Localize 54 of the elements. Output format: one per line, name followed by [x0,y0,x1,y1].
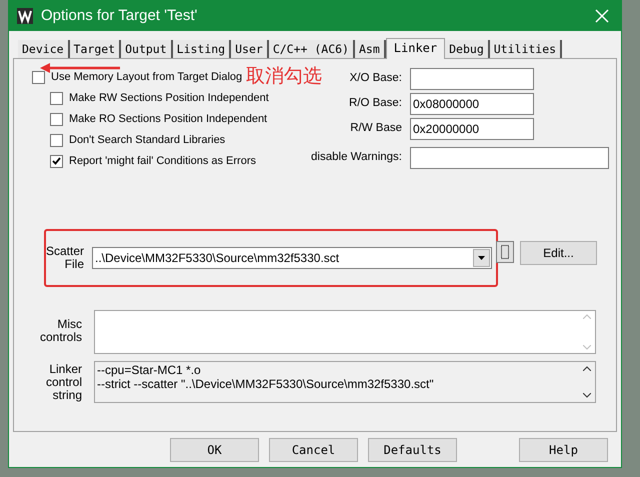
checkbox[interactable] [50,112,63,126]
tab[interactable]: User [231,40,269,58]
checkbox[interactable] [50,92,63,104]
scatter-file-path: ..\Device\MM32F5330\Source\mm32f5330.sct [95,250,340,267]
field-label: control [46,376,82,389]
text-field[interactable] [410,147,609,169]
dialog-button[interactable]: OK [170,438,259,462]
tab[interactable]: Utilities [490,40,562,58]
dialog-button[interactable]: Defaults [368,438,457,462]
window-title: Options for Target 'Test' [41,6,198,26]
checkbox[interactable] [32,70,45,84]
text-field[interactable] [410,68,534,90]
caret-icon [478,256,485,260]
browse-button[interactable] [496,241,514,263]
checkbox[interactable] [50,134,63,146]
dialog-button[interactable]: Help [519,438,608,462]
field-label: controls [40,331,82,344]
tab[interactable]: Asm [354,40,386,58]
app-icon [17,8,33,24]
field-label: R/O Base: [348,96,402,112]
checkbox-label: Don't Search Standard Libraries [69,132,226,148]
checkbox[interactable] [50,154,63,168]
field-label: Misc [57,318,82,331]
field-label: Linker [49,363,82,376]
field-label: X/O Base: [350,71,402,86]
close-icon[interactable] [595,9,609,23]
linker-option-line: --cpu=Star-MC1 *.o [97,363,202,377]
dotted-rectangle-icon [501,245,509,259]
tab[interactable]: C/C++ (AC6) [268,40,355,58]
scatter-file-dropdown[interactable]: ..\Device\MM32F5330\Source\mm32f5330.sct [92,247,492,269]
field-label: File [64,258,84,271]
checkbox-label: Report 'might fail' Conditions as Errors [69,154,256,169]
field-label: disable Warnings: [311,150,402,166]
text-field[interactable]: 0x08000000 [410,93,534,115]
tab[interactable]: Device [18,40,70,58]
linker-option-line: --strict --scatter "..\Device\MM32F5330\Source\mm32f5330.sct" [97,377,435,391]
dropdown-button[interactable] [473,249,490,267]
field-label: Scatter [46,245,84,258]
field-label: string [52,389,82,402]
edit-button[interactable]: Edit... [520,241,597,265]
tab[interactable]: Target [70,40,122,58]
checkbox-label: Make RO Sections Position Independent [69,112,268,127]
text-field[interactable]: 0x20000000 [410,118,534,140]
tab[interactable]: Debug [445,40,490,58]
tab[interactable]: Output [121,40,173,58]
tab[interactable]: Listing [172,40,232,58]
scroll-down-icon[interactable] [583,393,591,398]
field-label: R/W Base [350,121,402,136]
checkbox-label: Make RW Sections Position Independent [69,90,269,106]
tab[interactable]: Linker [386,38,446,59]
dialog-button[interactable]: Cancel [269,438,358,462]
annotation-text: 取消勾选 [246,64,322,89]
scroll-up-icon[interactable] [583,366,591,371]
checkbox-label: Use Memory Layout from Target Dialog [51,70,242,85]
